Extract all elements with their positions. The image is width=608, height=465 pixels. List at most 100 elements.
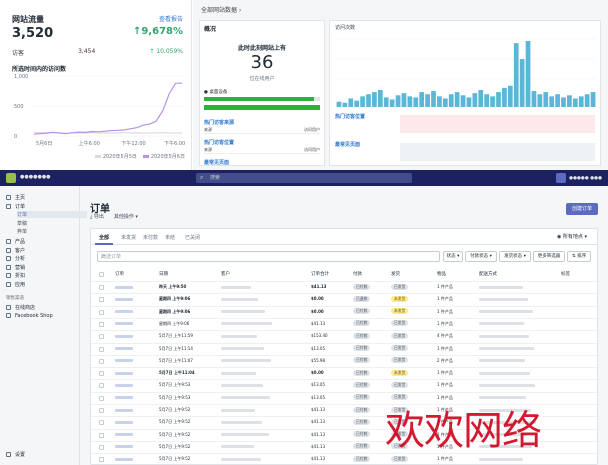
sidebar-item-5[interactable]: 产品 [6, 238, 76, 245]
table-row[interactable]: 5月7日 上午9:53 $13.05 已付款 已发货 1 件产品 [91, 379, 597, 390]
table-row[interactable]: 星期四 上午9:06 $41.13 已付款 已发货 1 件产品 [91, 317, 597, 329]
row-checkbox[interactable] [99, 457, 104, 463]
select-all-checkbox[interactable] [99, 272, 104, 277]
table-row[interactable]: 5月7日 上午11:14 $13.05 已付款 已发货 1 件产品 [91, 342, 597, 354]
table-row[interactable]: 星期四 上午9:06 $0.00 已付款 未发货 1 件产品 [91, 305, 597, 317]
sidebar-item-2[interactable]: 订单 [17, 211, 87, 218]
row-checkbox[interactable] [99, 321, 104, 327]
customer-name [221, 310, 265, 314]
column-header[interactable]: 日期 [159, 271, 168, 277]
order-number[interactable] [115, 408, 133, 412]
order-total: $0.00 [311, 296, 324, 302]
order-number[interactable] [115, 396, 133, 400]
sidebar-item-4[interactable]: 弃单 [17, 228, 87, 235]
location-heatmap [400, 115, 595, 133]
order-number[interactable] [115, 359, 133, 363]
account-menu[interactable]: ●●●●● ●●● [556, 173, 602, 183]
sidebar-item-6[interactable]: 客户 [6, 247, 76, 254]
shop-logo-icon[interactable] [6, 173, 16, 183]
sidebar-item-10[interactable]: 应用 [6, 281, 76, 288]
column-header[interactable]: 订单 [115, 271, 124, 277]
view-report-link[interactable]: 查看报告 [159, 14, 183, 23]
order-number[interactable] [115, 297, 133, 301]
order-number[interactable] [115, 457, 133, 461]
live-bar [484, 94, 490, 107]
table-row[interactable]: 5月7日 上午11:07 $55.98 已付款 已发货 2 件产品 [91, 354, 597, 366]
tab-0[interactable]: 全部 [99, 234, 109, 241]
filter-button-2[interactable]: 发货状态 ▾ [499, 251, 531, 262]
sidebar-item-0[interactable]: 主页 [6, 194, 76, 201]
row-checkbox[interactable] [99, 395, 104, 401]
order-number[interactable] [115, 433, 133, 437]
order-number[interactable] [115, 310, 133, 314]
row-checkbox[interactable] [99, 297, 104, 303]
sidebar-item-1[interactable]: 订单 [6, 203, 76, 210]
column-header[interactable]: 物品 [437, 271, 446, 277]
column-header[interactable]: 标签 [561, 271, 570, 277]
column-header[interactable]: 付款 [353, 271, 362, 277]
order-date: 星期四 上午9:06 [159, 296, 191, 302]
filter-orders-input[interactable]: ⌕ 筛选订单 [97, 251, 440, 262]
sidebar-item-8[interactable]: 营销 [6, 264, 76, 271]
row-checkbox[interactable] [99, 383, 104, 389]
filter-button-4[interactable]: ⇅ 排序 [567, 251, 591, 262]
customer-name [221, 408, 255, 412]
row-checkbox[interactable] [99, 444, 104, 450]
sidebar-item-7[interactable]: 分析 [6, 255, 76, 262]
order-number[interactable] [115, 420, 133, 424]
payment-status-badge: 已付款 [353, 394, 371, 401]
export-button[interactable]: ⤓ 导出 [90, 213, 104, 220]
table-row[interactable]: 星期四 上午9:06 $0.00 已退款 未发货 1 件产品 [91, 293, 597, 304]
store-name[interactable]: ●●●●●●● [20, 174, 51, 180]
customer-name [221, 347, 264, 350]
sidebar-item-9[interactable]: 折扣 [6, 272, 76, 279]
column-header[interactable]: 客户 [221, 271, 230, 277]
tab-1[interactable]: 未发货 [121, 234, 136, 241]
table-row[interactable]: 5月7日 上午11:04 $0.00 已付款 未发货 1 件产品 [91, 367, 597, 378]
order-number[interactable] [115, 322, 133, 326]
search-input[interactable]: ⌕ 搜索 [196, 173, 412, 183]
live-bar [543, 92, 549, 107]
live-header[interactable]: 全部网站数据 › [201, 5, 241, 14]
tab-3[interactable]: 未结 [165, 234, 175, 241]
sidebar-item-label: 订单 [15, 203, 26, 210]
live-bar [567, 95, 572, 107]
table-row[interactable]: 5月7日 上午11:59 $153.40 已付款 已发货 4 件产品 [91, 330, 597, 341]
order-number[interactable] [115, 445, 133, 449]
order-number[interactable] [115, 347, 133, 350]
column-header[interactable]: 发货 [391, 271, 400, 277]
tab-2[interactable]: 未付款 [143, 234, 158, 241]
more-actions-button[interactable]: 其他操作 ▾ [114, 213, 138, 220]
items-count: 1 件产品 [437, 345, 453, 351]
filter-button-1[interactable]: 付款状态 ▾ [465, 251, 497, 262]
row-checkbox[interactable] [99, 432, 104, 438]
sidebar-item-3[interactable]: 草稿 [17, 220, 87, 227]
live-bar [401, 93, 407, 107]
channel-item-0[interactable]: 在线商店 [6, 304, 76, 311]
settings-item[interactable]: 设置 [6, 451, 76, 458]
create-order-button[interactable]: 创建订单 [566, 203, 598, 215]
location-select[interactable]: ◉ 所有地点 ▾ [557, 233, 587, 240]
column-header[interactable]: 订单合计 [311, 271, 329, 277]
tab-4[interactable]: 已关闭 [185, 234, 200, 241]
order-number[interactable] [115, 334, 133, 338]
row-checkbox[interactable] [99, 309, 104, 315]
row-checkbox[interactable] [99, 420, 104, 426]
order-number[interactable] [115, 383, 133, 387]
row-checkbox[interactable] [99, 371, 104, 377]
y-tick-label: 500 [14, 104, 24, 110]
row-checkbox[interactable] [99, 358, 104, 364]
filter-button-3[interactable]: 更多筛选器 [533, 251, 565, 262]
order-date: 5月7日 上午9:52 [159, 431, 191, 437]
row-checkbox[interactable] [99, 346, 104, 352]
filter-button-0[interactable]: 状态 ▾ [443, 251, 463, 262]
channel-item-1[interactable]: Facebook Shop [6, 313, 76, 319]
top-bar: ●●●●●●● ⌕ 搜索 ●●●●● ●●● [0, 170, 608, 186]
row-checkbox[interactable] [99, 334, 104, 340]
table-row[interactable]: 昨天 上午9:50 $41.13 已付款 已发货 1 件产品 [91, 281, 597, 292]
order-number[interactable] [115, 285, 133, 289]
column-header[interactable]: 配送方式 [479, 271, 497, 277]
row-checkbox[interactable] [99, 285, 104, 290]
order-number[interactable] [115, 371, 133, 375]
row-checkbox[interactable] [99, 408, 104, 413]
